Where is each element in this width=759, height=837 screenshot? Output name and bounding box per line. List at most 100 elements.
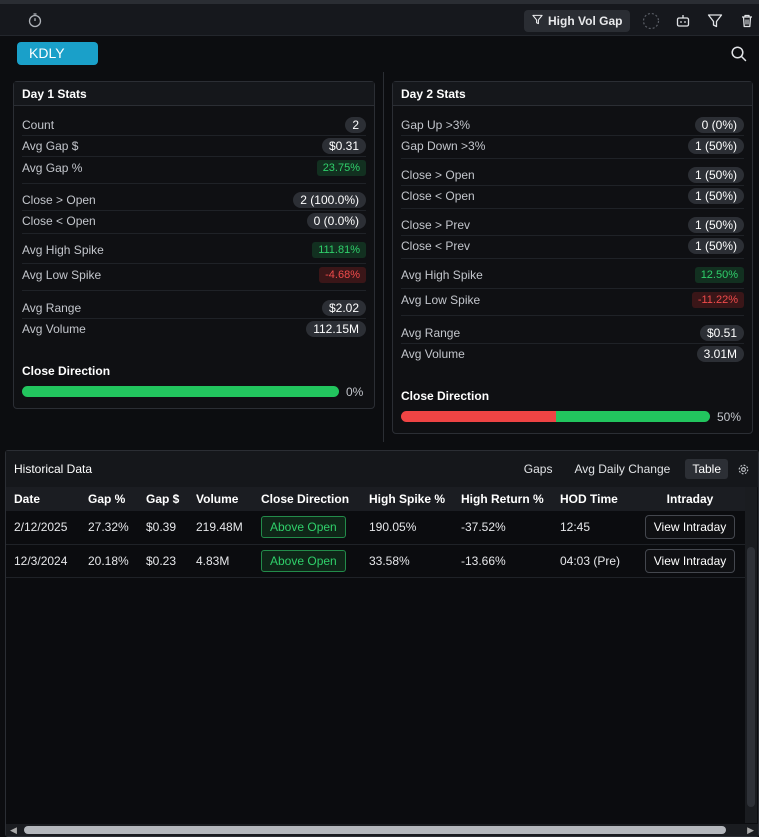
table-row[interactable]: 2/12/2025 27.32% $0.39 219.48M Above Ope… [6, 511, 746, 545]
divider [22, 210, 366, 211]
day2-avg-range-label: Avg Range [401, 326, 461, 340]
filter-icon[interactable] [706, 12, 724, 30]
day2-avg-range-value: $0.51 [699, 325, 744, 341]
cell-volume: 4.83M [188, 544, 253, 578]
day1-avg-gap-dollar-label: Avg Gap $ [22, 139, 79, 153]
day2-close-lt-prev-label: Close < Prev [401, 239, 471, 253]
day1-avg-range-value: $2.02 [321, 300, 366, 316]
day2-close-gt-prev-value: 1 (50%) [687, 217, 744, 233]
day2-gap-down-value: 1 (50%) [687, 138, 744, 154]
day2-gap-up-row: Gap Up >3% 0 (0%) [401, 116, 744, 134]
day2-close-lt-prev-value: 1 (50%) [687, 238, 744, 254]
historical-data-panel: Historical Data Gaps Avg Daily Change Ta… [5, 450, 759, 837]
day2-gap-up-label: Gap Up >3% [401, 118, 471, 132]
divider [401, 135, 744, 136]
historical-data-header: Historical Data Gaps Avg Daily Change Ta… [6, 451, 758, 487]
vertical-scrollbar[interactable] [745, 487, 757, 823]
column-header-date[interactable]: Date [6, 487, 80, 511]
day1-avg-high-spike-label: Avg High Spike [22, 243, 104, 257]
day1-count-label: Count [22, 118, 55, 132]
divider [22, 290, 366, 291]
trash-icon[interactable] [738, 12, 756, 30]
horizontal-scrollbar-thumb[interactable] [24, 826, 726, 834]
gear-icon[interactable] [736, 462, 750, 476]
divider [401, 288, 744, 289]
column-header-hod-time[interactable]: HOD Time [552, 487, 634, 511]
day1-avg-gap-pct-label: Avg Gap % [22, 161, 83, 175]
column-header-gap-pct[interactable]: Gap % [80, 487, 138, 511]
horizontal-scrollbar[interactable]: ◀ ▶ [6, 824, 758, 836]
top-toolbar: High Vol Gap [0, 0, 759, 36]
cell-date: 12/3/2024 [6, 544, 80, 578]
day2-close-gt-open-value: 1 (50%) [687, 167, 744, 183]
day1-close-direction-title: Close Direction [22, 364, 111, 378]
day1-avg-gap-pct-row: Avg Gap % 23.75% [22, 159, 366, 177]
day1-count-row: Count 2 [22, 116, 366, 134]
cell-hod-time: 04:03 (Pre) [552, 544, 634, 578]
day2-close-lt-open-label: Close < Open [401, 189, 475, 203]
panel-divider[interactable] [383, 72, 384, 442]
stopwatch-icon[interactable] [27, 12, 43, 28]
view-intraday-button[interactable]: View Intraday [644, 548, 736, 573]
divider [22, 183, 366, 184]
tab-table[interactable]: Table [685, 459, 728, 479]
day1-avg-gap-pct-value: 23.75% [316, 160, 366, 176]
day2-avg-volume-value: 3.01M [696, 346, 744, 362]
day2-close-gt-open-label: Close > Open [401, 168, 475, 182]
cell-close-direction: Above Open [253, 511, 361, 545]
day2-gap-up-value: 0 (0%) [694, 117, 744, 133]
day1-avg-high-spike-value: 111.81% [312, 242, 366, 258]
high-vol-gap-filter-chip[interactable]: High Vol Gap [524, 10, 631, 32]
table-row[interactable]: 12/3/2024 20.18% $0.23 4.83M Above Open … [6, 544, 746, 578]
day1-close-gt-open-value: 2 (100.0%) [293, 192, 366, 208]
cell-intraday: View Intraday [634, 511, 746, 545]
robot-icon[interactable] [674, 12, 692, 30]
day2-close-direction-pct: 50% [717, 410, 742, 424]
divider [401, 315, 744, 316]
vertical-scrollbar-thumb[interactable] [747, 547, 755, 807]
ticker-badge[interactable]: KDLY [17, 42, 98, 65]
day1-close-lt-open-label: Close < Open [22, 214, 96, 228]
divider [401, 208, 744, 209]
divider [401, 185, 744, 186]
day1-avg-volume-label: Avg Volume [22, 322, 86, 336]
column-header-volume[interactable]: Volume [188, 487, 253, 511]
close-above-segment [22, 386, 339, 397]
cell-high-spike: 33.58% [361, 544, 453, 578]
search-icon[interactable] [730, 45, 748, 63]
divider [22, 156, 366, 157]
day2-avg-high-spike-label: Avg High Spike [401, 268, 483, 282]
divider [22, 318, 366, 319]
day2-close-gt-prev-label: Close > Prev [401, 218, 471, 232]
day2-close-direction-bar [401, 411, 710, 422]
cell-gap-pct: 20.18% [80, 544, 138, 578]
day2-avg-low-spike-row: Avg Low Spike -11.22% [401, 291, 744, 309]
scroll-right-arrow-icon[interactable]: ▶ [747, 824, 754, 836]
view-intraday-button[interactable]: View Intraday [644, 515, 736, 540]
column-header-intraday[interactable]: Intraday [634, 487, 746, 511]
cell-high-return: -13.66% [453, 544, 552, 578]
cell-intraday: View Intraday [634, 544, 746, 578]
day2-avg-high-spike-row: Avg High Spike 12.50% [401, 266, 744, 284]
tab-gaps[interactable]: Gaps [517, 459, 560, 479]
column-header-gap-dollar[interactable]: Gap $ [138, 487, 188, 511]
day2-close-direction-title: Close Direction [401, 389, 490, 403]
day2-avg-volume-row: Avg Volume 3.01M [401, 345, 744, 363]
day1-avg-gap-dollar-value: $0.31 [321, 138, 366, 154]
day1-stats-title: Day 1 Stats [14, 82, 374, 106]
day2-avg-high-spike-value: 12.50% [694, 267, 744, 283]
day1-close-gt-open-row: Close > Open 2 (100.0%) [22, 191, 366, 209]
column-header-close-direction[interactable]: Close Direction [253, 487, 361, 511]
cell-gap-pct: 27.32% [80, 511, 138, 545]
historical-data-table: Date Gap % Gap $ Volume Close Direction … [6, 487, 746, 578]
day1-avg-volume-row: Avg Volume 112.15M [22, 320, 366, 338]
column-header-high-return[interactable]: High Return % [453, 487, 552, 511]
divider [401, 258, 744, 259]
scroll-left-arrow-icon[interactable]: ◀ [10, 824, 17, 836]
close-above-segment [555, 411, 710, 422]
tab-avg-daily-change[interactable]: Avg Daily Change [567, 459, 677, 479]
column-header-high-spike[interactable]: High Spike % [361, 487, 453, 511]
day1-avg-low-spike-row: Avg Low Spike -4.68% [22, 266, 366, 284]
loading-spinner-icon [642, 12, 660, 30]
cell-hod-time: 12:45 [552, 511, 634, 545]
